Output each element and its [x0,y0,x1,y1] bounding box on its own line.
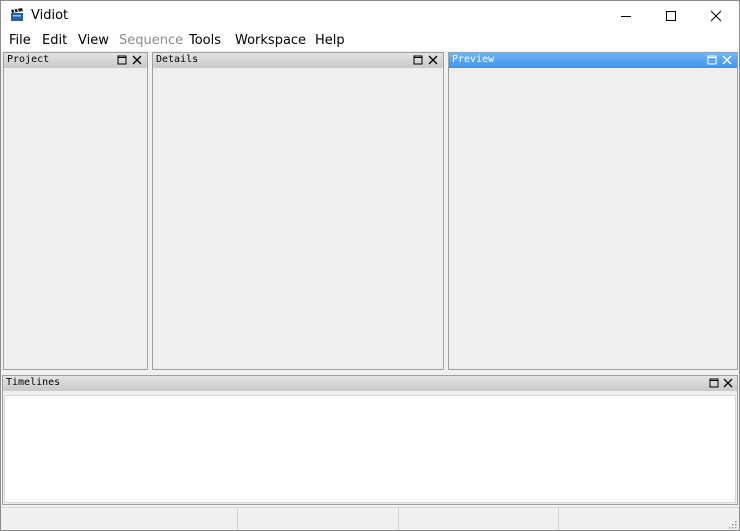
restore-pane-icon[interactable] [709,378,719,388]
minimize-icon [621,16,631,17]
preview-pane-caption[interactable]: Preview [449,53,737,68]
timelines-content[interactable] [4,395,736,503]
preview-pane[interactable]: Preview [448,52,738,370]
details-pane[interactable]: Details [152,52,444,370]
title-bar[interactable]: Vidiot [1,1,739,31]
status-field [1,508,237,530]
menu-tools[interactable]: Tools [189,33,221,48]
resize-grip-icon[interactable] [727,519,737,529]
restore-pane-icon[interactable] [117,55,127,65]
restore-pane-icon[interactable] [707,55,717,65]
timelines-pane-caption[interactable]: Timelines [3,376,737,391]
menu-file[interactable]: File [9,33,31,48]
status-field [558,508,719,530]
preview-pane-title: Preview [452,54,495,65]
menu-workspace[interactable]: Workspace [235,33,306,48]
menu-help[interactable]: Help [315,33,345,48]
status-field [237,508,398,530]
details-pane-caption[interactable]: Details [153,53,443,68]
window-title: Vidiot [31,8,69,23]
menu-view[interactable]: View [78,33,109,48]
timelines-pane[interactable]: Timelines [2,375,738,505]
details-pane-title: Details [156,54,199,65]
close-pane-icon[interactable] [428,55,438,65]
close-button[interactable] [693,1,739,31]
restore-pane-icon[interactable] [413,55,423,65]
close-pane-icon[interactable] [722,55,732,65]
project-pane-title: Project [7,54,50,65]
status-bar [1,507,739,530]
menu-sequence[interactable]: Sequence [119,33,183,48]
maximize-button[interactable] [648,1,694,31]
status-field [398,508,559,530]
timelines-pane-title: Timelines [6,377,61,388]
project-pane[interactable]: Project [3,52,148,370]
close-pane-icon[interactable] [723,378,733,388]
menu-bar: File Edit View Sequence Tools Workspace … [1,31,739,51]
minimize-button[interactable] [603,1,649,31]
menu-edit[interactable]: Edit [42,33,67,48]
close-icon [710,10,722,22]
project-pane-caption[interactable]: Project [4,53,147,68]
maximize-icon [666,11,676,21]
app-window: Vidiot File Edit View Sequence Tools Wor… [0,0,740,531]
close-pane-icon[interactable] [132,55,142,65]
clapperboard-icon [11,8,23,21]
